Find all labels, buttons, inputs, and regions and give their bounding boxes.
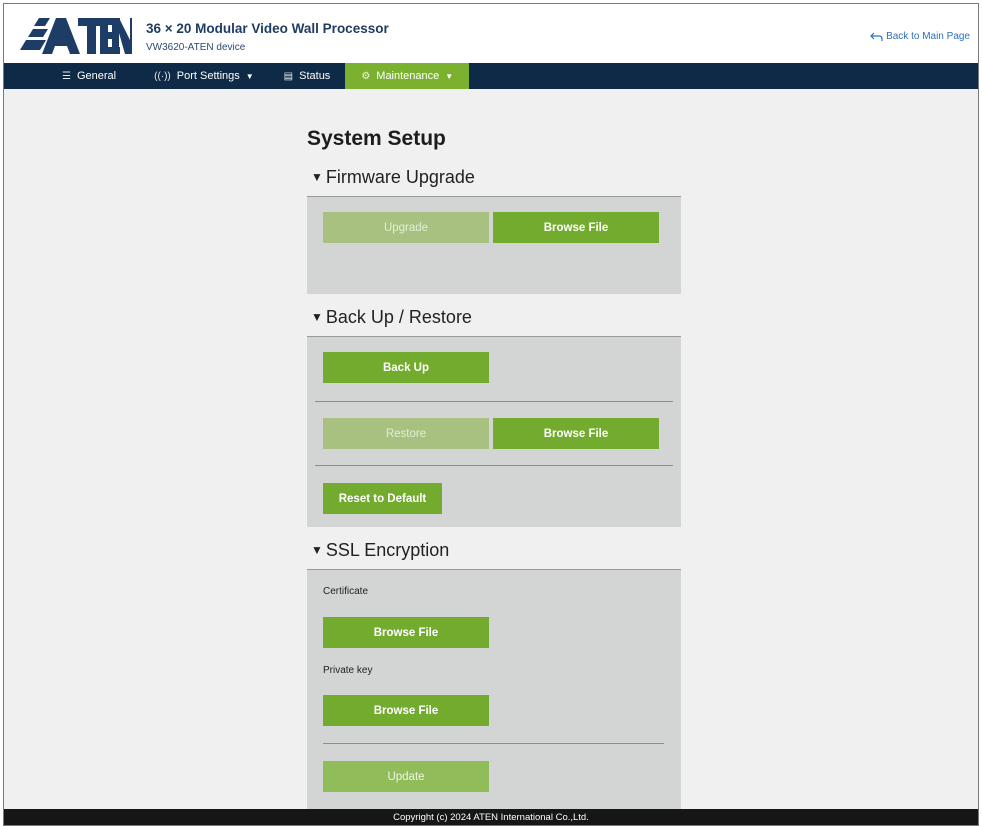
page-title: System Setup [307, 127, 446, 150]
section-firmware-header[interactable]: ▼ Firmware Upgrade [307, 158, 681, 196]
footer: Copyright (c) 2024 ATEN International Co… [4, 809, 978, 825]
main-content: System Setup ▼ Firmware Upgrade Upgrade … [307, 124, 681, 809]
aten-logo [20, 18, 132, 54]
backup-panel: Back Up Restore Browse File Reset to Def… [307, 336, 681, 527]
section-ssl-header[interactable]: ▼ SSL Encryption [307, 531, 681, 569]
collapse-triangle-icon: ▼ [311, 310, 323, 324]
back-arrow-icon [870, 32, 883, 41]
nav-port-settings-label: Port Settings [176, 70, 240, 82]
private-key-label: Private key [323, 665, 373, 676]
nav-port-settings[interactable]: ((·)) Port Settings ▼ [139, 63, 269, 89]
status-icon: ▤ [283, 70, 294, 82]
firmware-panel: Upgrade Browse File [307, 196, 681, 294]
certificate-label: Certificate [323, 586, 369, 597]
chevron-down-icon: ▼ [245, 71, 254, 81]
port-icon: ((·)) [154, 70, 171, 82]
restore-browse-button[interactable]: Browse File [493, 418, 659, 449]
divider [315, 401, 673, 402]
app-window: 36 × 20 Modular Video Wall Processor VW3… [3, 3, 979, 826]
collapse-triangle-icon: ▼ [311, 543, 323, 557]
section-backup-header[interactable]: ▼ Back Up / Restore [307, 298, 681, 336]
list-icon: ☰ [62, 70, 71, 82]
nav-status-label: Status [299, 70, 331, 82]
certificate-browse-button[interactable]: Browse File [323, 617, 489, 648]
private-key-browse-button[interactable]: Browse File [323, 695, 489, 726]
collapse-triangle-icon: ▼ [311, 170, 323, 184]
nav-maintenance-label: Maintenance [376, 70, 440, 82]
ssl-panel: Certificate Browse File Private key Brow… [307, 569, 681, 809]
gear-icon: ⚙ [361, 70, 371, 82]
device-title: 36 × 20 Modular Video Wall Processor [146, 21, 389, 36]
main-nav: ☰ General ((·)) Port Settings ▼ ▤ Status… [4, 63, 978, 89]
header: 36 × 20 Modular Video Wall Processor VW3… [4, 4, 978, 63]
back-link-label: Back to Main Page [886, 31, 970, 42]
divider [315, 465, 673, 466]
upgrade-button[interactable]: Upgrade [323, 212, 489, 243]
back-to-main-link[interactable]: Back to Main Page [870, 31, 970, 42]
reset-default-button[interactable]: Reset to Default [323, 483, 442, 514]
ssl-heading: SSL Encryption [325, 540, 450, 560]
firmware-heading: Firmware Upgrade [325, 167, 475, 187]
nav-general[interactable]: ☰ General [47, 63, 131, 89]
divider [323, 743, 664, 744]
backup-button[interactable]: Back Up [323, 352, 489, 383]
firmware-browse-button[interactable]: Browse File [493, 212, 659, 243]
nav-maintenance[interactable]: ⚙ Maintenance ▼ [345, 63, 470, 89]
update-button[interactable]: Update [323, 761, 489, 792]
backup-heading: Back Up / Restore [325, 307, 472, 327]
nav-status[interactable]: ▤ Status [269, 63, 346, 89]
chevron-down-icon: ▼ [445, 71, 454, 81]
restore-button[interactable]: Restore [323, 418, 489, 449]
device-subtitle: VW3620-ATEN device [146, 42, 246, 53]
nav-general-label: General [76, 70, 117, 82]
